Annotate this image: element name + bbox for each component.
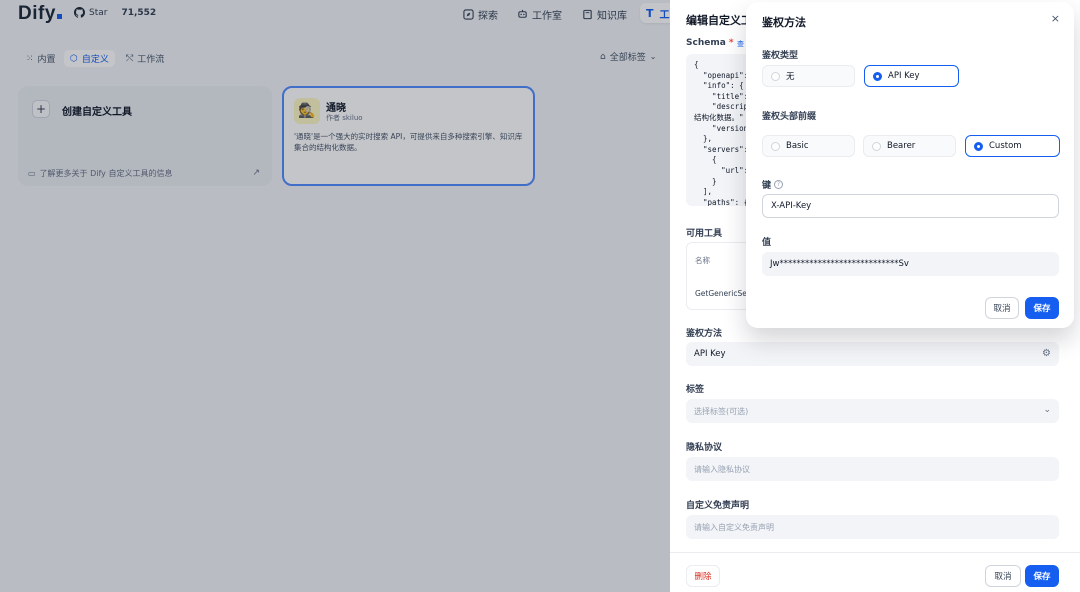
header-prefix-label: 鉴权头部前缀: [762, 112, 817, 122]
tags-select[interactable]: 选择标签(可选) ⌄: [686, 399, 1059, 423]
schema-label: Schema *: [686, 38, 734, 48]
radio-selected-icon: [974, 141, 983, 151]
delete-button[interactable]: 删除: [686, 565, 720, 587]
auth-type-api-key[interactable]: API Key: [864, 65, 959, 87]
radio-icon: [771, 71, 780, 81]
tags-label: 标签: [686, 385, 705, 395]
header-prefix-bearer[interactable]: Bearer: [863, 135, 956, 157]
modal-title: 鉴权方法: [762, 16, 806, 29]
value-input[interactable]: Jw****************************Sv: [762, 252, 1059, 276]
help-circle-icon[interactable]: ?: [774, 180, 784, 189]
key-input[interactable]: X-API-Key: [762, 194, 1059, 218]
header-prefix-basic[interactable]: Basic: [762, 135, 855, 157]
auth-method-label: 鉴权方法: [686, 329, 723, 339]
privacy-input[interactable]: 请输入隐私协议: [686, 457, 1059, 481]
schema-link[interactable]: 查: [737, 39, 744, 49]
available-tools-label: 可用工具: [686, 229, 723, 239]
table-header-name: 名称: [695, 256, 710, 265]
auth-method-field[interactable]: API Key ⚙: [686, 342, 1059, 366]
table-row: GetGenericSea: [695, 289, 752, 298]
radio-icon: [771, 141, 780, 151]
modal-cancel-button[interactable]: 取消: [985, 297, 1019, 319]
privacy-label: 隐私协议: [686, 443, 723, 453]
drawer-title: 编辑自定义工: [686, 14, 752, 27]
value-label: 值: [762, 238, 772, 248]
radio-icon: [872, 141, 881, 151]
disclaimer-input[interactable]: 请输入自定义免责声明: [686, 515, 1059, 539]
drawer-footer: 删除 取消 保存: [670, 552, 1080, 592]
radio-selected-icon: [873, 71, 882, 81]
auth-type-none[interactable]: 无: [762, 65, 855, 87]
drawer-save-button[interactable]: 保存: [1025, 565, 1059, 587]
key-label: 键 ?: [762, 178, 784, 191]
drawer-cancel-button[interactable]: 取消: [985, 565, 1021, 587]
header-prefix-custom[interactable]: Custom: [965, 135, 1060, 157]
close-icon[interactable]: ×: [1051, 12, 1060, 25]
disclaimer-label: 自定义免责声明: [686, 501, 750, 511]
gear-icon[interactable]: ⚙: [1042, 348, 1051, 359]
chevron-down-icon: ⌄: [1043, 405, 1051, 415]
modal-save-button[interactable]: 保存: [1025, 297, 1059, 319]
auth-type-label: 鉴权类型: [762, 51, 799, 61]
auth-method-modal: 鉴权方法 × 鉴权类型 无 API Key 鉴权头部前缀 Basic Beare…: [746, 2, 1074, 328]
